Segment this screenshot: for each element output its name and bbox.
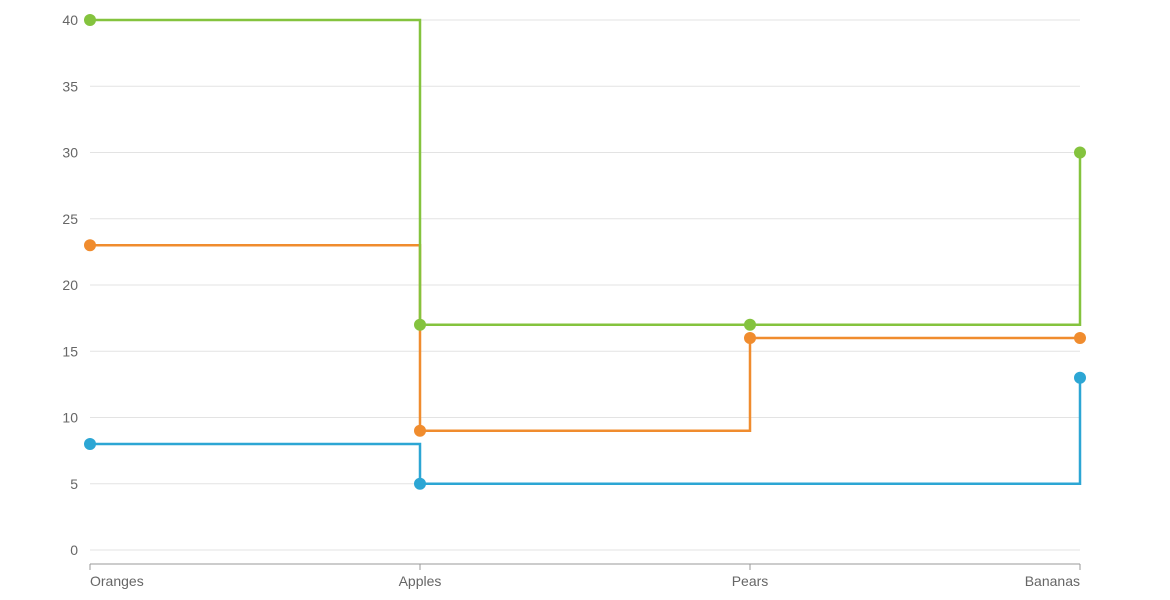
- x-tick-label: Oranges: [90, 573, 144, 589]
- x-tick-label: Apples: [399, 573, 442, 589]
- x-tick-label: Bananas: [1025, 573, 1080, 589]
- data-point[interactable]: [1074, 332, 1086, 344]
- data-point[interactable]: [414, 319, 426, 331]
- series-line: [90, 20, 1080, 325]
- series-line: [90, 245, 1080, 431]
- y-tick-label: 35: [62, 78, 78, 94]
- data-point[interactable]: [414, 478, 426, 490]
- y-tick-label: 15: [62, 343, 78, 359]
- x-tick-label: Pears: [732, 573, 769, 589]
- data-point[interactable]: [84, 14, 96, 26]
- data-point[interactable]: [414, 425, 426, 437]
- chart-svg: 0 5 10 15 20 25 30 35 40 Oranges Apples Pears Banana…: [0, 0, 1170, 600]
- y-tick-label: 0: [70, 542, 78, 558]
- y-tick-label: 10: [62, 410, 78, 426]
- data-point[interactable]: [744, 319, 756, 331]
- y-tick-label: 5: [70, 476, 78, 492]
- data-point[interactable]: [1074, 147, 1086, 159]
- y-tick-label: 20: [62, 277, 78, 293]
- data-point[interactable]: [84, 438, 96, 450]
- data-point[interactable]: [744, 332, 756, 344]
- data-point[interactable]: [1074, 372, 1086, 384]
- step-line-chart: 0 5 10 15 20 25 30 35 40 Oranges Apples Pears Banana…: [0, 0, 1170, 600]
- y-tick-label: 25: [62, 211, 78, 227]
- data-point[interactable]: [84, 239, 96, 251]
- y-tick-label: 40: [62, 12, 78, 28]
- y-tick-label: 30: [62, 145, 78, 161]
